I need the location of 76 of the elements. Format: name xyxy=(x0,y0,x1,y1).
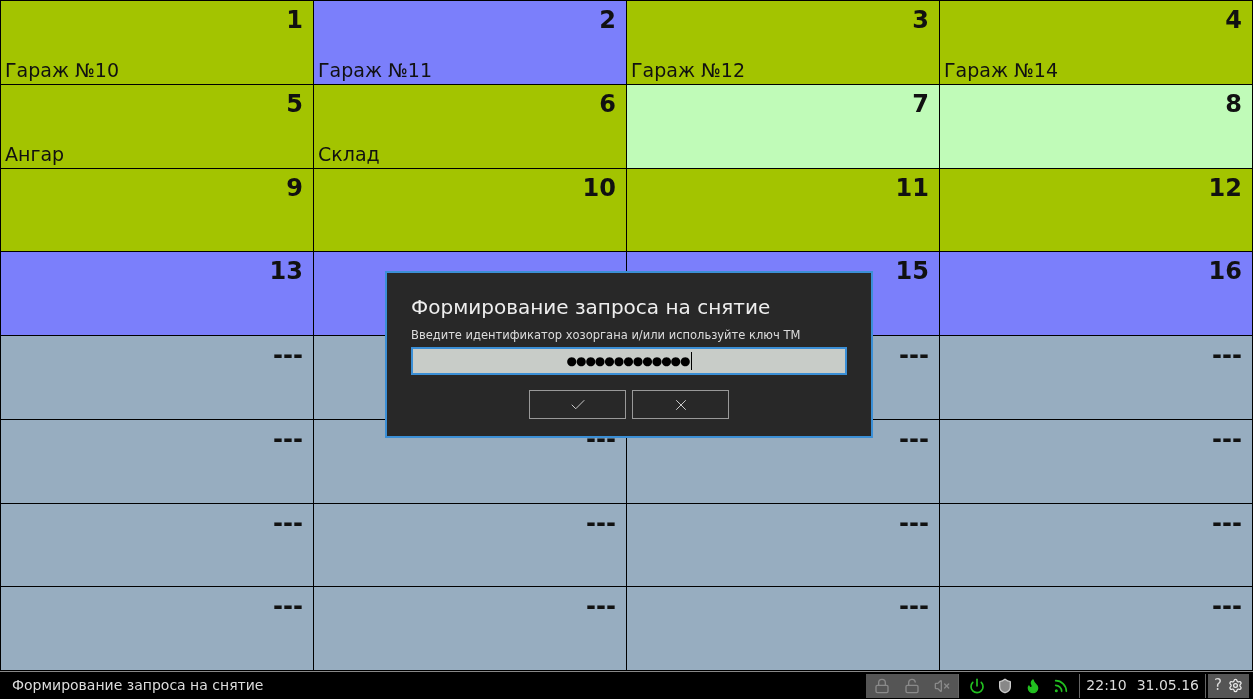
zone-number: 5 xyxy=(286,88,303,120)
clock-date: 31.05.16 xyxy=(1136,676,1200,695)
zone-tile[interactable]: 7 xyxy=(627,84,939,168)
zone-number: --- xyxy=(899,423,929,455)
zone-number: --- xyxy=(273,340,303,371)
zone-number: --- xyxy=(273,507,303,539)
zone-tile[interactable]: --- xyxy=(1,503,313,587)
zone-tile[interactable]: --- xyxy=(940,587,1252,670)
zone-number: 4 xyxy=(1225,5,1242,36)
zone-number: --- xyxy=(273,423,303,455)
cancel-button[interactable] xyxy=(632,390,729,420)
zone-name: Гараж №11 xyxy=(318,57,434,82)
shield-icon xyxy=(997,677,1014,694)
clock-time: 22:10 xyxy=(1086,676,1127,695)
zone-tile[interactable]: 8 xyxy=(940,84,1252,168)
dialog-title: Формирование запроса на снятие xyxy=(411,294,772,321)
zone-number: 10 xyxy=(582,172,616,204)
zone-number: --- xyxy=(586,591,616,623)
zone-tile[interactable]: 2 Гараж №11 xyxy=(314,1,626,84)
zone-number: 7 xyxy=(912,88,929,120)
zone-tile[interactable]: --- xyxy=(1,587,313,670)
settings-icon[interactable] xyxy=(1228,678,1243,693)
zone-name: Ангар xyxy=(5,141,66,166)
signal-icon xyxy=(1053,677,1070,694)
zone-tile[interactable]: 13 xyxy=(1,252,313,335)
confirm-button[interactable] xyxy=(529,390,626,420)
status-message: Формирование запроса на снятие xyxy=(11,676,265,695)
power-icon xyxy=(969,677,986,694)
zone-number: 16 xyxy=(1208,256,1242,288)
zone-number: 12 xyxy=(1208,172,1242,204)
zone-tile[interactable]: --- xyxy=(627,503,939,587)
zone-tile[interactable]: 5 Ангар xyxy=(1,84,313,168)
zone-number: --- xyxy=(273,591,303,623)
dialog-prompt: Введите идентификатор хозоргана и/или используйте ключ ТМ xyxy=(411,327,802,344)
zone-number: --- xyxy=(899,591,929,623)
password-field[interactable]: ●●●●●●●●●●●●● xyxy=(411,347,847,376)
zone-name: Склад xyxy=(318,141,381,166)
zone-number: 13 xyxy=(269,256,303,288)
zone-tile[interactable]: 1 Гараж №10 xyxy=(1,1,313,84)
zone-name: Гараж №14 xyxy=(944,57,1060,82)
zone-tile[interactable]: 9 xyxy=(1,168,313,252)
zone-tile[interactable]: 4 Гараж №14 xyxy=(940,1,1252,84)
zone-tile[interactable]: 3 Гараж №12 xyxy=(627,1,939,84)
zone-tile[interactable]: 6 Склад xyxy=(314,84,626,168)
zone-tile[interactable]: --- xyxy=(940,503,1252,587)
zone-tile[interactable]: --- xyxy=(1,419,313,503)
zone-number: --- xyxy=(1212,591,1242,623)
zone-name: Гараж №12 xyxy=(631,57,747,82)
zone-number: 15 xyxy=(895,256,929,288)
zone-tile[interactable]: --- xyxy=(314,503,626,587)
zone-number: 3 xyxy=(912,5,929,36)
zone-number: --- xyxy=(899,340,929,371)
zone-tile[interactable]: 10 xyxy=(314,168,626,252)
zone-number: 8 xyxy=(1225,88,1242,120)
zone-tile[interactable]: --- xyxy=(940,336,1252,419)
zone-number: --- xyxy=(1212,423,1242,455)
zone-number: --- xyxy=(586,423,616,455)
zone-number: 2 xyxy=(599,5,616,36)
zone-number: 11 xyxy=(895,172,929,204)
zone-number: --- xyxy=(586,507,616,539)
zone-number: --- xyxy=(1212,507,1242,539)
zone-number: --- xyxy=(1212,340,1242,371)
zone-tile[interactable]: 16 xyxy=(940,252,1252,335)
zone-name: Гараж №10 xyxy=(5,57,121,82)
zone-tile[interactable]: 12 xyxy=(940,168,1252,252)
zone-number: 9 xyxy=(286,172,303,204)
password-value: ●●●●●●●●●●●●● xyxy=(566,353,690,371)
zone-tile[interactable]: --- xyxy=(940,419,1252,503)
zone-number: 1 xyxy=(286,5,303,36)
zone-number: --- xyxy=(899,507,929,539)
zone-tile[interactable]: --- xyxy=(1,336,313,419)
zone-tile[interactable]: --- xyxy=(314,587,626,670)
zone-number: 6 xyxy=(599,88,616,120)
zone-tile[interactable]: 11 xyxy=(627,168,939,252)
zone-tile[interactable]: --- xyxy=(627,587,939,670)
help-button[interactable]: ? xyxy=(1214,678,1222,693)
